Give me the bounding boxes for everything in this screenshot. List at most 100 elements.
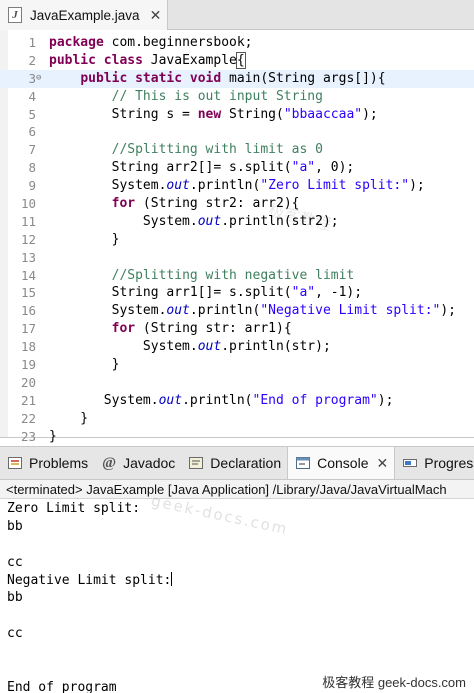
editor-tab-bar: J JavaExample.java ✕: [0, 0, 474, 30]
tab-declaration[interactable]: Declaration: [181, 447, 287, 479]
tab-label: Console: [317, 455, 369, 471]
watermark-corner: 极客教程 geek-docs.com: [320, 672, 468, 691]
line-number: 1: [28, 35, 36, 50]
line-number: 23: [20, 428, 36, 444]
line-number: 5: [28, 106, 36, 122]
code-text: package com.beginnersbook;: [49, 35, 253, 50]
code-lines: 1 package com.beginnersbook; 2 public class…: [0, 34, 474, 445]
code-text: String arr1[]= s.split("a", -1);: [49, 285, 363, 301]
editor-tab-label: JavaExample.java: [30, 7, 140, 23]
code-line[interactable]: 6: [0, 123, 474, 141]
code-line[interactable]: 23}: [0, 428, 474, 446]
code-text: }: [49, 357, 120, 373]
line-number: 9: [28, 178, 36, 194]
javadoc-icon: @: [102, 454, 117, 471]
code-line[interactable]: 22 }: [0, 410, 474, 428]
tab-label: Declaration: [210, 455, 282, 471]
code-line[interactable]: 20: [0, 374, 474, 392]
problems-icon: [7, 455, 23, 471]
line-number: 17: [20, 321, 36, 337]
line-number: 16: [20, 303, 36, 319]
line-number: 3: [28, 70, 36, 86]
code-line[interactable]: 4 // This is out input String: [0, 88, 474, 106]
close-icon[interactable]: ✕: [377, 455, 389, 472]
code-text: System.out.println(str2);: [49, 213, 339, 229]
code-line[interactable]: 5 String s = new String("bbaaccaa");: [0, 106, 474, 124]
code-editor[interactable]: 1 package com.beginnersbook; 2 public class…: [0, 30, 474, 444]
code-text: public class JavaExample{: [49, 51, 246, 69]
code-text: for (String str2: arr2){: [111, 196, 300, 212]
tab-javadoc[interactable]: @ Javadoc: [94, 447, 181, 479]
console-line: cc: [7, 554, 23, 570]
code-line[interactable]: 8 String arr2[]= s.split("a", 0);: [0, 159, 474, 177]
code-text: //Splitting with negative limit: [111, 267, 355, 283]
line-number: 12: [20, 231, 36, 247]
console-line: bb: [7, 518, 23, 534]
line-number: 22: [20, 410, 36, 426]
code-line[interactable]: 1 package com.beginnersbook;: [0, 34, 474, 52]
console-line: Zero Limit split:: [7, 501, 141, 516]
line-number: 2: [28, 52, 36, 68]
code-line[interactable]: 16 System.out.println("Negative Limit sp…: [0, 302, 474, 320]
console-line: bb: [7, 590, 23, 606]
code-line[interactable]: 2 public class JavaExample{: [0, 51, 474, 70]
editor-tab-javaexample[interactable]: J JavaExample.java ✕: [0, 0, 168, 30]
line-number: 18: [20, 339, 36, 355]
code-line[interactable]: 9 System.out.println("Zero Limit split:"…: [0, 177, 474, 195]
code-text: System.out.println("Zero Limit split:");: [49, 178, 425, 194]
line-number: 21: [20, 392, 36, 408]
code-line[interactable]: 10 for (String str2: arr2){: [0, 195, 474, 213]
code-text: String arr2[]= s.split("a", 0);: [49, 160, 355, 176]
line-number: 20: [20, 374, 36, 390]
code-line[interactable]: 12 }: [0, 231, 474, 249]
console-output[interactable]: Zero Limit split: bb cc Negative Limit spli…: [0, 500, 474, 693]
tab-console[interactable]: Console ✕: [287, 447, 396, 479]
code-line[interactable]: 19 }: [0, 356, 474, 374]
text-caret: [171, 571, 173, 586]
line-number: 19: [20, 357, 36, 373]
code-line[interactable]: 14 //Splitting with negative limit: [0, 267, 474, 285]
close-icon[interactable]: ✕: [150, 7, 162, 24]
code-line[interactable]: 13: [0, 249, 474, 267]
line-number: 4: [28, 88, 36, 104]
code-text: }: [49, 231, 120, 247]
tab-problems[interactable]: Problems: [0, 447, 94, 479]
line-number: 14: [20, 267, 36, 283]
code-line[interactable]: 15 String arr1[]= s.split("a", -1);: [0, 284, 474, 302]
code-text: public static void main(String args[]){: [80, 70, 386, 86]
code-line[interactable]: 3 ⊖ public static void main(String args[]…: [0, 69, 474, 88]
tab-label: Javadoc: [123, 455, 176, 471]
views-tab-bar: Problems @ Javadoc Declaration Console ✕ Progr…: [0, 446, 474, 480]
code-line[interactable]: 18 System.out.println(str);: [0, 338, 474, 356]
code-text: System.out.println(str);: [49, 339, 331, 355]
code-text: //Splitting with limit as 0: [111, 142, 323, 158]
line-number: 7: [28, 142, 36, 158]
code-text: System.out.println("Negative Limit split…: [49, 303, 457, 319]
console-line: Negative Limit split:: [7, 571, 173, 588]
console-status: <terminated> JavaExample [Java Applicati…: [0, 480, 474, 499]
tab-label: Problems: [29, 455, 89, 471]
code-text: }: [49, 410, 89, 426]
line-number: 8: [28, 160, 36, 176]
code-text: // This is out input String: [111, 88, 323, 104]
java-file-icon: J: [8, 7, 22, 23]
console-line: cc: [7, 626, 23, 642]
code-text: }: [49, 428, 57, 444]
console-icon: [295, 455, 311, 471]
code-text: for (String str: arr1){: [111, 321, 292, 337]
code-line[interactable]: 17 for (String str: arr1){: [0, 320, 474, 338]
code-text: String s = new String("bbaaccaa");: [49, 106, 378, 122]
fold-toggle-icon[interactable]: ⊖: [36, 70, 41, 88]
line-number: 15: [20, 285, 36, 301]
tab-label: Progress: [424, 455, 474, 471]
code-line[interactable]: 11 System.out.println(str2);: [0, 213, 474, 231]
progress-icon: [402, 455, 418, 471]
tab-progress[interactable]: Progress: [395, 447, 474, 479]
line-number: 10: [20, 196, 36, 212]
code-line[interactable]: 7 //Splitting with limit as 0: [0, 141, 474, 159]
code-line[interactable]: 21 System.out.println("End of program");: [0, 392, 474, 410]
line-number: 11: [20, 213, 36, 229]
